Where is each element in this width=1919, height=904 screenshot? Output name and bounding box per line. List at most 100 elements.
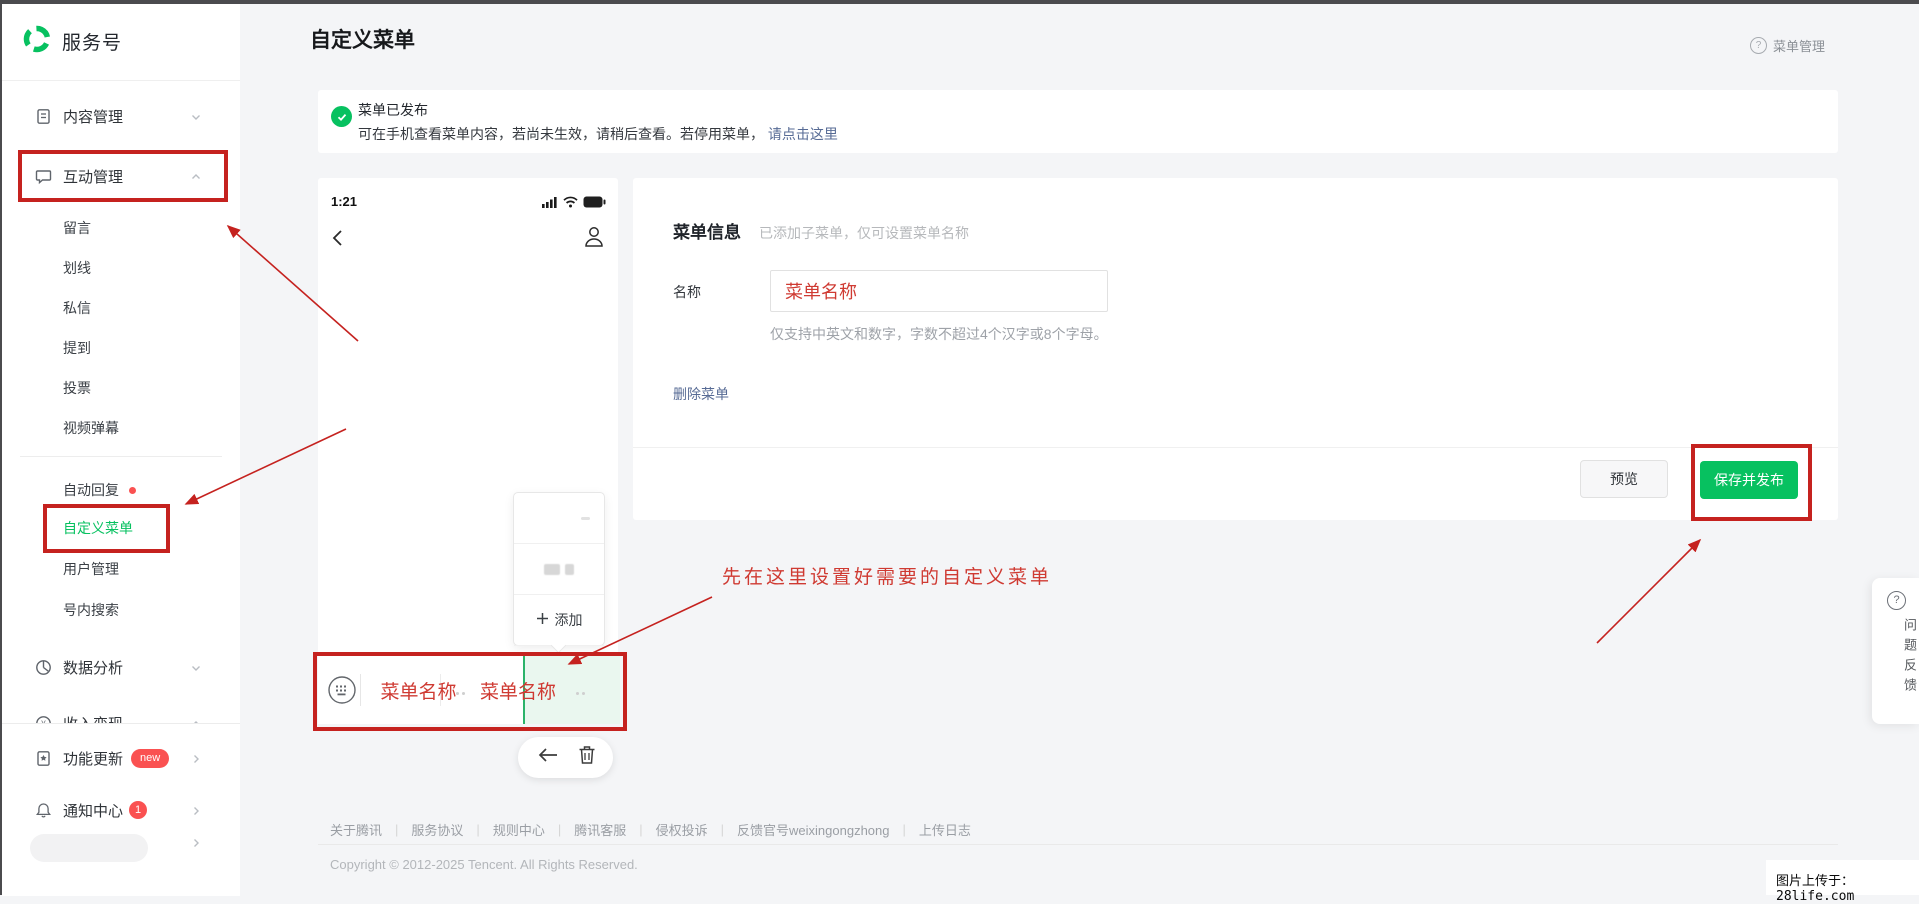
chevron-right-icon <box>190 836 202 854</box>
footer-link-feedback-account[interactable]: 反馈官号weixingongzhong <box>737 820 889 839</box>
sidebar-item-account-search[interactable]: 号内搜索 <box>2 593 301 627</box>
footer-divider <box>318 844 1838 845</box>
name-rule-hint: 仅支持中英文和数字，字数不超过4个汉字或8个字母。 <box>770 326 1108 342</box>
service-account-logo-icon <box>22 24 52 59</box>
chevron-down-icon <box>190 661 202 679</box>
sidebar-divider <box>2 80 240 81</box>
account-item-redacted[interactable] <box>30 834 148 862</box>
menu-management-link[interactable]: ? 菜单管理 <box>1750 36 1825 55</box>
success-check-icon <box>331 106 352 127</box>
page-title: 自定义菜单 <box>310 29 415 52</box>
sidebar-item-mentions[interactable]: 提到 <box>2 331 301 365</box>
published-banner: 菜单已发布 可在手机查看菜单内容，若尚未生效，请稍后查看。若停用菜单， 请点击这… <box>318 90 1838 153</box>
menu-management-label: 菜单管理 <box>1773 39 1826 54</box>
footer-link-terms[interactable]: 服务协议 <box>411 820 463 839</box>
submenu-item-redacted[interactable] <box>514 544 604 595</box>
screenshot-left-edge <box>0 0 2 895</box>
chevron-up-icon <box>190 170 202 188</box>
new-badge: new <box>131 748 170 768</box>
erased-text <box>576 692 585 695</box>
section-hint: 已添加子菜单，仅可设置菜单名称 <box>759 225 969 241</box>
banner-title: 菜单已发布 <box>358 102 428 118</box>
menu-name-input[interactable] <box>770 270 1108 312</box>
erased-text <box>544 563 574 575</box>
footer-copyright: Copyright © 2012-2025 Tencent. All Right… <box>330 857 638 872</box>
question-icon: ? <box>1887 591 1906 610</box>
disable-menu-link[interactable]: 请点击这里 <box>768 126 838 142</box>
arrow-to-save-button <box>1596 538 1702 644</box>
save-publish-button[interactable]: 保存并发布 <box>1700 461 1798 499</box>
sidebar-item-comments[interactable]: 留言 <box>2 211 301 245</box>
sidebar-item-votes[interactable]: 投票 <box>2 371 301 405</box>
chevron-right-icon <box>190 804 202 822</box>
brand: 服务号 <box>22 24 122 59</box>
sidebar-item-label: 内容管理 <box>63 108 124 126</box>
submenu-item-empty[interactable] <box>514 493 604 544</box>
document-icon <box>35 108 52 125</box>
footer-link-infringement[interactable]: 侵权投诉 <box>656 820 708 839</box>
footer-links: 关于腾讯 | 服务协议 | 规则中心 | 腾讯客服 | 侵权投诉 | 反馈官号weixin… <box>330 820 971 839</box>
name-label: 名称 <box>673 284 701 300</box>
back-chevron-icon[interactable] <box>328 226 350 255</box>
feature-book-icon <box>35 750 52 767</box>
footer-link-rules[interactable]: 规则中心 <box>493 820 545 839</box>
sidebar-item-video-danmu[interactable]: 视频弹幕 <box>2 411 301 445</box>
footer-link-support[interactable]: 腾讯客服 <box>574 820 626 839</box>
sidebar-bottom-panel: 功能更新 new 通知中心 1 <box>2 723 240 896</box>
battery-icon <box>583 195 606 213</box>
sidebar-item-content-mgmt[interactable]: 内容管理 <box>2 99 240 133</box>
back-arrow-icon[interactable] <box>536 746 560 769</box>
sidebar-item-auto-reply[interactable]: 自动回复 <box>2 473 301 507</box>
preview-button[interactable]: 预览 <box>1580 460 1668 498</box>
banner-description: 可在手机查看菜单内容，若尚未生效，请稍后查看。若停用菜单， 请点击这里 <box>358 126 838 142</box>
watermark-strip: 图片上传于：28life.com <box>1766 860 1919 904</box>
section-title: 菜单信息 <box>673 223 741 242</box>
pie-chart-icon <box>35 659 52 676</box>
sidebar-sub-divider <box>20 456 222 457</box>
screenshot-top-edge <box>0 0 1919 4</box>
status-icons <box>542 195 606 213</box>
sidebar-item-custom-menu[interactable]: 自定义菜单 <box>2 511 301 545</box>
plus-icon <box>536 612 549 628</box>
keyboard-icon[interactable] <box>327 675 357 710</box>
add-label: 添加 <box>554 612 583 628</box>
sidebar-item-data-analysis[interactable]: 数据分析 <box>2 650 240 684</box>
sidebar-item-interact-mgmt[interactable]: 互动管理 <box>2 159 240 193</box>
watermark-text: 图片上传于：28life.com <box>1776 874 1855 904</box>
chevron-right-icon <box>190 752 202 770</box>
sidebar-item-notification-center[interactable]: 通知中心 1 <box>2 793 240 827</box>
phone-preview: 1:21 添加 菜单名称 菜单名称 <box>318 178 620 724</box>
profile-person-icon[interactable] <box>582 224 606 255</box>
sidebar-item-underline[interactable]: 划线 <box>2 251 301 285</box>
menu-slot-2-selected[interactable]: 菜单名称 <box>468 656 568 724</box>
menu-name-annotation: 菜单名称 <box>380 681 457 703</box>
annotation-tip-text: 先在这里设置好需要的自定义菜单 <box>722 567 1053 588</box>
signal-icon <box>542 195 558 213</box>
sidebar: 服务号 内容管理 互动管理 留言 划线 私信 提到 投票 视频弹幕 自动回复 自… <box>2 4 240 896</box>
notification-count-badge: 1 <box>129 801 148 819</box>
delete-menu-link[interactable]: 删除菜单 <box>673 384 729 404</box>
menu-slot-1[interactable]: 菜单名称 <box>366 656 471 724</box>
chevron-down-icon <box>190 110 202 128</box>
wifi-icon <box>563 195 578 213</box>
chat-bubble-icon <box>35 168 52 185</box>
menu-edit-toolbar <box>518 737 613 778</box>
sidebar-item-feature-update[interactable]: 功能更新 new <box>2 741 240 775</box>
sidebar-item-private-msg[interactable]: 私信 <box>2 291 301 325</box>
sidebar-item-user-mgmt[interactable]: 用户管理 <box>2 552 301 586</box>
menu-info-panel: 菜单信息 已添加子菜单，仅可设置菜单名称 名称 仅支持中英文和数字，字数不超过4… <box>633 178 1838 520</box>
footer-link-upload-log[interactable]: 上传日志 <box>919 820 971 839</box>
menubar-divider <box>360 674 361 706</box>
trash-icon[interactable] <box>578 745 596 770</box>
sidebar-item-label: 互动管理 <box>63 168 124 186</box>
erased-text <box>581 517 590 520</box>
status-time: 1:21 <box>331 194 358 209</box>
feedback-float-button[interactable]: ? 问题反馈 <box>1872 578 1919 724</box>
feedback-label: 问题反馈 <box>1902 618 1917 698</box>
bell-icon <box>35 802 52 819</box>
unread-dot <box>129 486 136 494</box>
submenu-popup: 添加 <box>513 492 605 654</box>
phone-menu-bar: 菜单名称 菜单名称 <box>318 655 620 724</box>
form-footer-divider <box>633 447 1838 448</box>
footer-link-about[interactable]: 关于腾讯 <box>330 820 382 839</box>
